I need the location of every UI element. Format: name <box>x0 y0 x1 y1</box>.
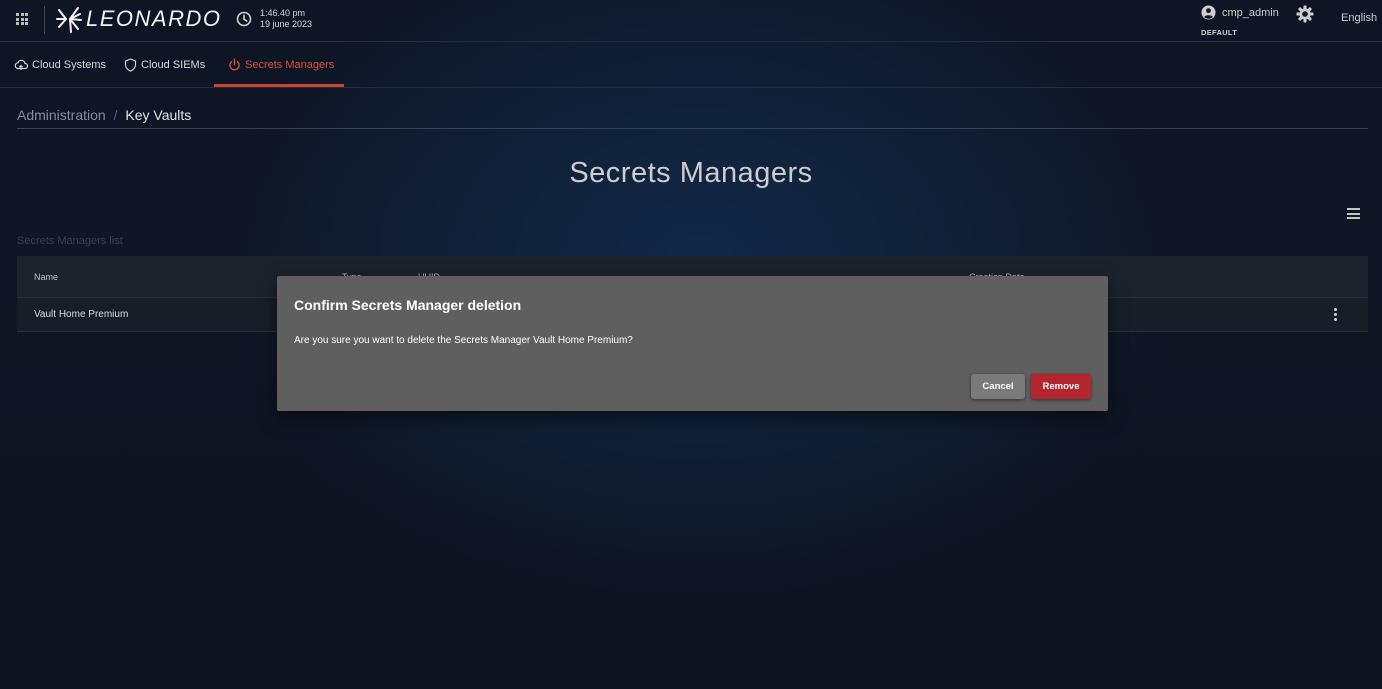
cancel-button[interactable]: Cancel <box>971 374 1025 399</box>
remove-button[interactable]: Remove <box>1031 374 1091 399</box>
dialog-message: Are you sure you want to delete the Secr… <box>294 335 633 346</box>
confirm-delete-dialog: Confirm Secrets Manager deletion Are you… <box>277 276 1108 411</box>
dialog-title: Confirm Secrets Manager deletion <box>294 297 522 313</box>
